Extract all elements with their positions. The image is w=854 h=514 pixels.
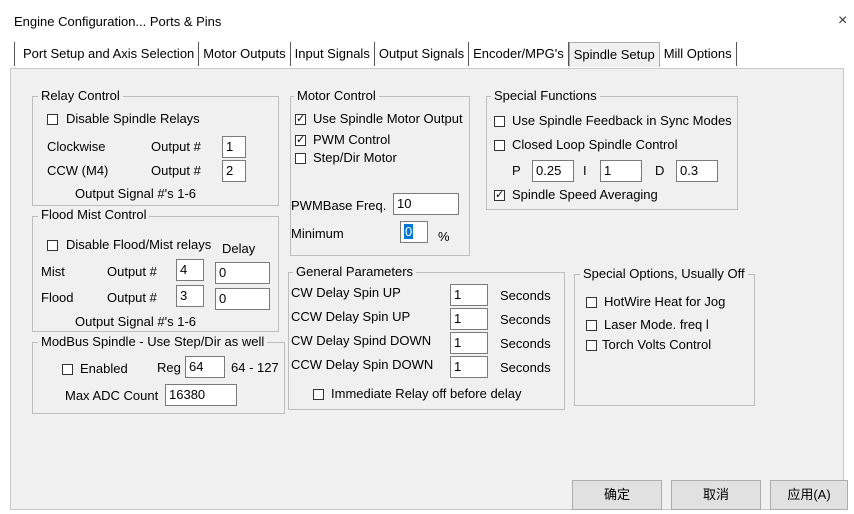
i-label: I (583, 163, 587, 178)
disable-flood-mist-checkbox[interactable] (47, 240, 58, 251)
title-bar: Engine Configuration... Ports & Pins × (0, 0, 854, 40)
cw-delay-spin-up-field[interactable]: 1 (450, 284, 488, 306)
pwm-control-checkbox[interactable]: ✓ (295, 135, 306, 146)
spindle-feedback-label: Use Spindle Feedback in Sync Modes (512, 113, 732, 128)
reg-field[interactable]: 64 (185, 356, 225, 378)
cw-delay-spin-down-field[interactable]: 1 (450, 332, 488, 354)
modbus-group (32, 342, 285, 414)
immediate-relay-off-checkbox[interactable] (313, 389, 324, 400)
closed-loop-checkbox[interactable] (494, 140, 505, 151)
torch-volts-checkbox[interactable] (586, 340, 597, 351)
relay-control-title: Relay Control (38, 88, 123, 103)
cw-output-field[interactable]: 1 (222, 136, 246, 158)
step-dir-motor-checkbox[interactable] (295, 153, 306, 164)
seconds-label: Seconds (500, 360, 551, 375)
max-adc-field[interactable]: 16380 (165, 384, 237, 406)
relay-range-note: Output Signal #'s 1-6 (75, 186, 196, 201)
tab-output-signals[interactable]: Output Signals (375, 42, 470, 66)
minimum-unit: % (438, 229, 450, 244)
p-field[interactable]: 0.25 (532, 160, 574, 182)
hotwire-checkbox[interactable] (586, 297, 597, 308)
mist-output-label: Output # (107, 264, 157, 279)
mist-output-field[interactable]: 4 (176, 259, 204, 281)
laser-mode-label: Laser Mode. freq l (604, 317, 709, 332)
flood-output-label: Output # (107, 290, 157, 305)
use-spindle-motor-output-checkbox[interactable]: ✓ (295, 114, 306, 125)
special-options-title: Special Options, Usually Off (580, 266, 748, 281)
cancel-button[interactable]: 取消 (671, 480, 761, 510)
ccw-delay-spin-down-field[interactable]: 1 (450, 356, 488, 378)
tab-encoder-mpg[interactable]: Encoder/MPG's (469, 42, 569, 66)
tab-motor-outputs[interactable]: Motor Outputs (199, 42, 291, 66)
general-parameters-title: General Parameters (293, 264, 417, 279)
use-spindle-motor-output-label: Use Spindle Motor Output (313, 111, 463, 126)
d-label: D (655, 163, 665, 178)
modbus-enabled-checkbox[interactable] (62, 364, 73, 375)
ccw-output-field[interactable]: 2 (222, 160, 246, 182)
motor-control-title: Motor Control (294, 88, 379, 103)
modbus-enabled-label: Enabled (80, 361, 128, 376)
pwmbase-label: PWMBase Freq. (291, 198, 387, 213)
step-dir-motor-label: Step/Dir Motor (313, 150, 397, 165)
disable-spindle-relays-label: Disable Spindle Relays (66, 111, 200, 126)
disable-spindle-relays-checkbox[interactable] (47, 114, 58, 125)
tab-input-signals[interactable]: Input Signals (291, 42, 375, 66)
d-field[interactable]: 0.3 (676, 160, 718, 182)
apply-button[interactable]: 应用(A) (770, 480, 848, 510)
seconds-label: Seconds (500, 288, 551, 303)
tab-mill-options[interactable]: Mill Options (660, 42, 737, 66)
mist-label: Mist (41, 264, 65, 279)
tab-strip: Port Setup and Axis Selection Motor Outp… (14, 42, 737, 68)
mist-delay-field[interactable]: 0 (215, 262, 270, 284)
ccw-output-label: Output # (151, 163, 201, 178)
torch-volts-label: Torch Volts Control (602, 337, 712, 352)
ccw-delay-spin-up-field[interactable]: 1 (450, 308, 488, 330)
reg-label: Reg (157, 360, 181, 375)
cw-output-label: Output # (151, 139, 201, 154)
laser-mode-checkbox[interactable] (586, 320, 597, 331)
ccw-delay-spin-up-label: CCW Delay Spin UP (291, 309, 411, 324)
minimum-field[interactable]: 0 (400, 221, 428, 243)
seconds-label: Seconds (500, 336, 551, 351)
special-functions-title: Special Functions (491, 88, 600, 103)
minimum-value: 0 (404, 224, 414, 239)
immediate-relay-off-label: Immediate Relay off before delay (331, 386, 522, 401)
window-title: Engine Configuration... Ports & Pins (14, 14, 222, 29)
seconds-label: Seconds (500, 312, 551, 327)
cw-delay-spin-down-label: CW Delay Spind DOWN (291, 333, 432, 348)
speed-averaging-checkbox[interactable]: ✓ (494, 190, 505, 201)
pwm-control-label: PWM Control (313, 132, 391, 147)
delay-header: Delay (222, 241, 256, 256)
pwmbase-field[interactable]: 10 (393, 193, 459, 215)
ccw-label: CCW (M4) (47, 163, 109, 178)
max-adc-label: Max ADC Count (65, 388, 159, 403)
clockwise-label: Clockwise (47, 139, 106, 154)
flood-mist-title: Flood Mist Control (38, 207, 150, 222)
tab-port-setup[interactable]: Port Setup and Axis Selection (14, 42, 200, 66)
p-label: P (512, 163, 521, 178)
flood-delay-field[interactable]: 0 (215, 288, 270, 310)
hotwire-label: HotWire Heat for Jog (604, 294, 726, 309)
flood-output-field[interactable]: 3 (176, 285, 204, 307)
closed-loop-label: Closed Loop Spindle Control (512, 137, 678, 152)
close-icon[interactable]: × (838, 12, 847, 30)
ok-button[interactable]: 确定 (572, 480, 662, 510)
speed-averaging-label: Spindle Speed Averaging (512, 187, 658, 202)
modbus-title: ModBus Spindle - Use Step/Dir as well (38, 334, 268, 349)
minimum-label: Minimum (291, 226, 344, 241)
cw-delay-spin-up-label: CW Delay Spin UP (291, 285, 401, 300)
ccw-delay-spin-down-label: CCW Delay Spin DOWN (291, 357, 434, 372)
tab-spindle-setup[interactable]: Spindle Setup (568, 42, 660, 67)
reg-range: 64 - 127 (231, 360, 279, 375)
i-field[interactable]: 1 (600, 160, 642, 182)
flood-label: Flood (41, 290, 74, 305)
disable-flood-mist-label: Disable Flood/Mist relays (66, 237, 212, 252)
spindle-feedback-checkbox[interactable] (494, 116, 505, 127)
flood-range-note: Output Signal #'s 1-6 (75, 314, 196, 329)
